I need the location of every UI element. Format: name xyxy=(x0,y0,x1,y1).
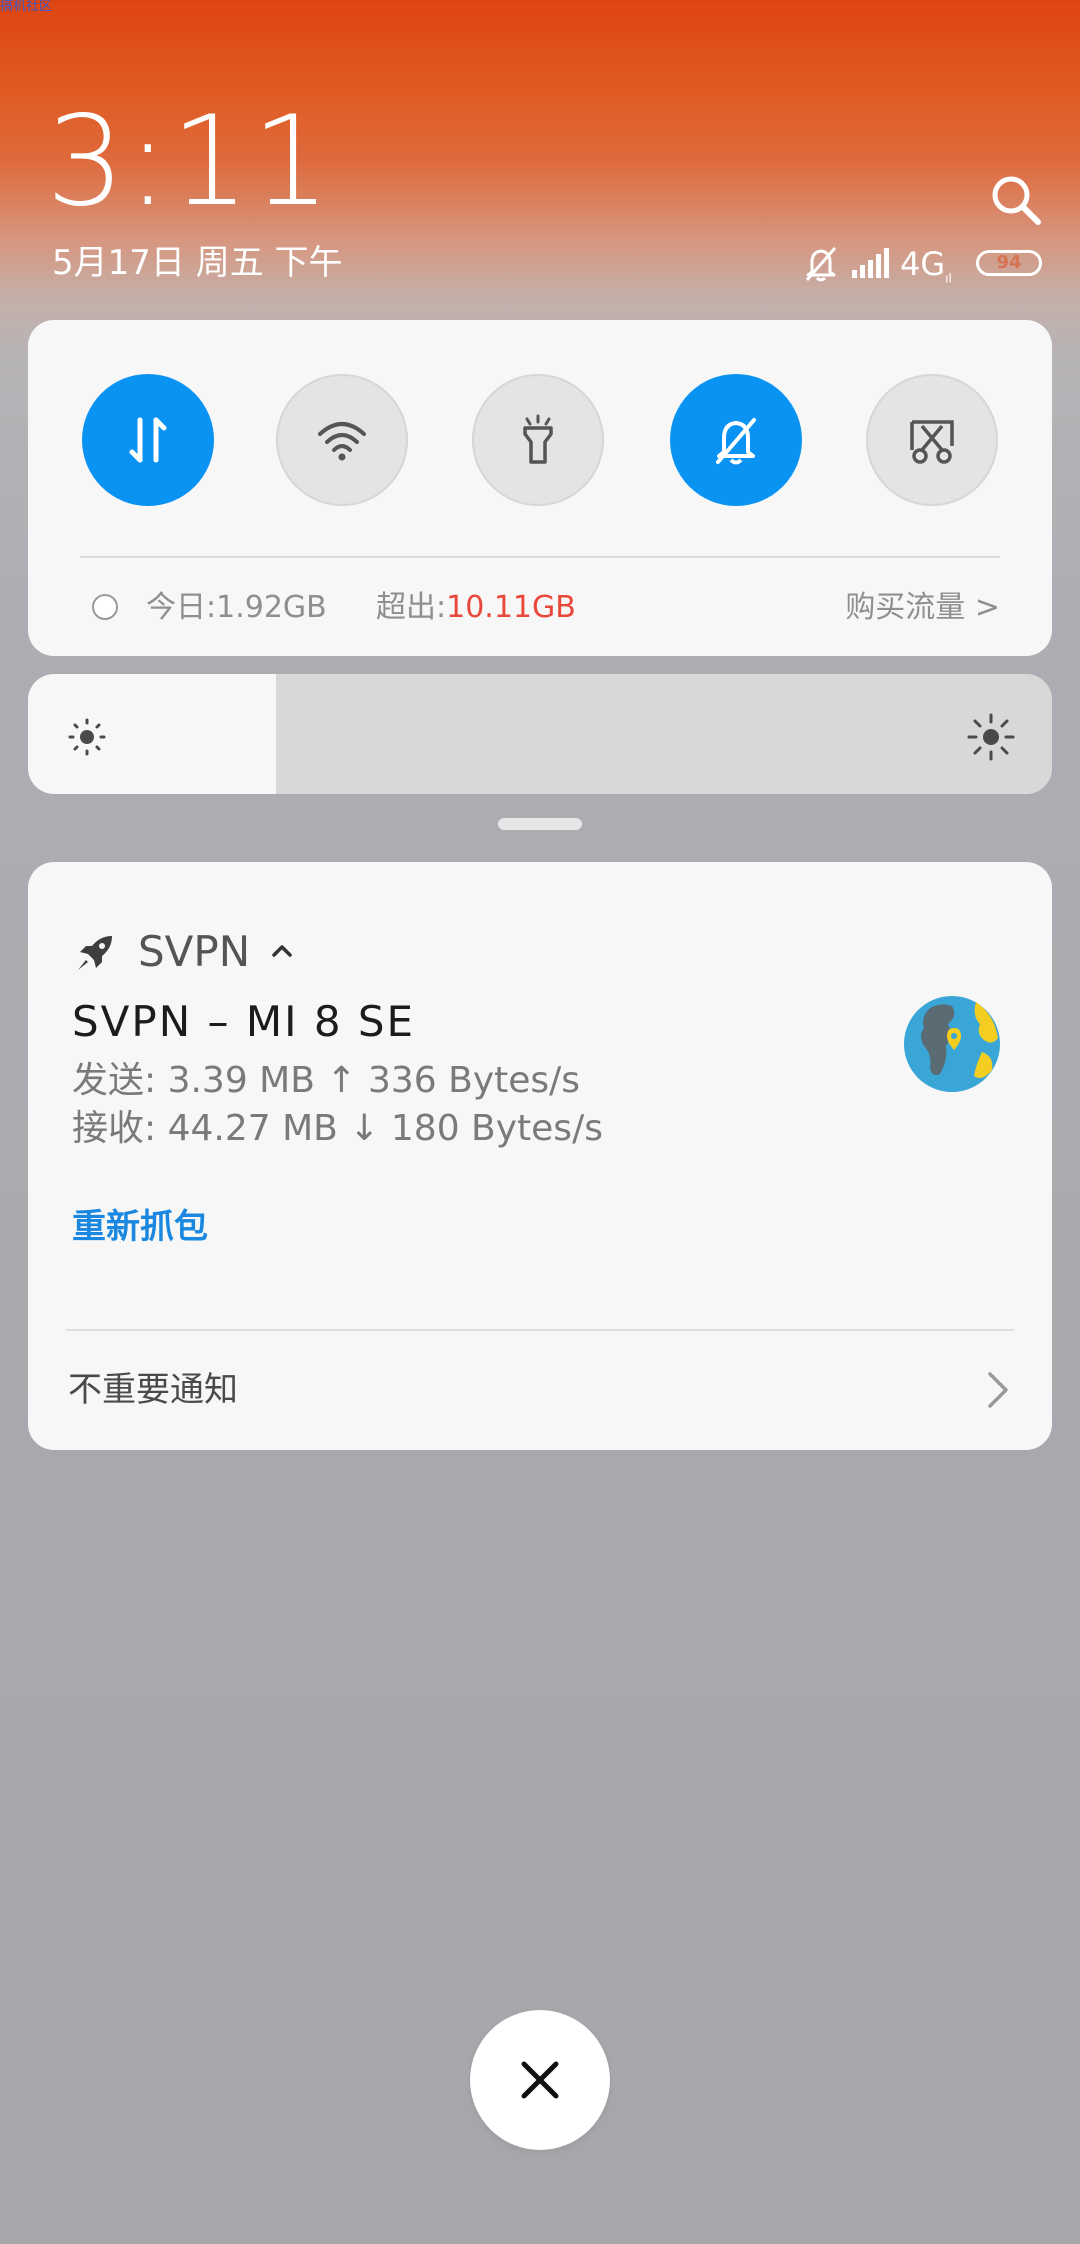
close-icon xyxy=(521,2061,559,2099)
chevron-right-icon[interactable] xyxy=(986,1370,1010,1410)
receive-stats: 接收: 44.27 MB ↓ 180 Bytes/s xyxy=(72,1108,603,1149)
battery-level: 94 xyxy=(996,252,1022,273)
brightness-low-icon xyxy=(68,718,106,756)
network-type: 4Gıl xyxy=(900,245,952,286)
brightness-slider[interactable] xyxy=(28,674,1052,794)
watermark: 搞机社区 xyxy=(0,0,53,14)
wifi-toggle[interactable] xyxy=(276,374,408,506)
chevron-up-icon[interactable] xyxy=(270,942,294,958)
search-icon[interactable] xyxy=(988,172,1044,228)
drag-handle[interactable] xyxy=(498,818,582,830)
unimportant-notifications-link[interactable]: 不重要通知 xyxy=(68,1364,238,1416)
screenshot-toggle[interactable] xyxy=(866,374,998,506)
rocket-icon xyxy=(78,936,112,970)
scissors-icon xyxy=(910,420,954,464)
buy-data-link[interactable]: 购买流量 > xyxy=(845,586,1000,630)
notification-divider xyxy=(66,1329,1014,1331)
data-usage-indicator xyxy=(92,594,118,620)
battery-icon: 94 xyxy=(976,250,1042,276)
globe-icon xyxy=(904,996,1000,1092)
bell-off-icon xyxy=(716,418,756,465)
brightness-high-icon xyxy=(967,713,1015,761)
brightness-track xyxy=(276,674,1052,794)
send-stats: 发送: 3.39 MB ↑ 336 Bytes/s xyxy=(72,1060,581,1101)
notification-title: SVPN – MI 8 SE xyxy=(72,997,416,1046)
data-over-value: 10.11GB xyxy=(446,590,576,625)
data-transfer-icon xyxy=(129,417,167,463)
flashlight-icon xyxy=(523,414,553,464)
mute-status-icon xyxy=(805,247,837,282)
recapture-button[interactable]: 重新抓包 xyxy=(72,1204,208,1250)
wifi-icon xyxy=(318,422,366,461)
data-over: 超出:10.11GB xyxy=(376,590,576,625)
clock-time[interactable]: 3:11 xyxy=(46,100,332,224)
flashlight-toggle[interactable] xyxy=(472,374,604,506)
app-name: SVPN xyxy=(138,927,251,976)
quick-settings-divider xyxy=(80,556,1000,558)
date-text[interactable]: 5月17日 周五 下午 xyxy=(52,243,343,283)
clear-all-button[interactable] xyxy=(470,2010,610,2150)
mute-toggle[interactable] xyxy=(670,374,802,506)
data-today: 今日:1.92GB xyxy=(146,590,327,625)
signal-icon xyxy=(852,248,889,278)
mobile-data-toggle[interactable] xyxy=(82,374,214,506)
